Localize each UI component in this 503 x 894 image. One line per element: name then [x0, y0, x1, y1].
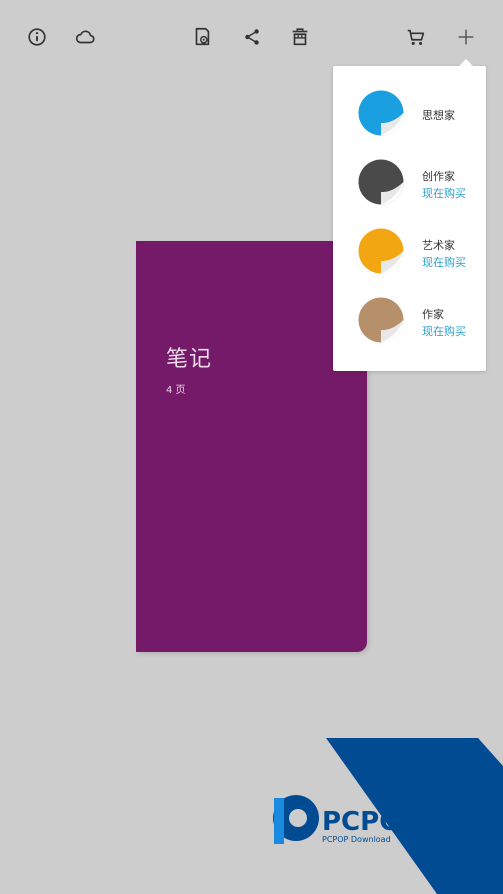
style-item-artist[interactable]: 艺术家 现在购买 [333, 221, 486, 281]
share-icon [245, 29, 259, 45]
buy-now-link-artist[interactable]: 现在购买 [422, 254, 466, 270]
watermark-sub: PCPOP Download [322, 835, 391, 844]
cart-icon [407, 29, 425, 45]
delete-button[interactable] [285, 22, 315, 52]
style-label-writer: 作家 [422, 308, 444, 321]
buy-now-link-creator[interactable]: 现在购买 [422, 185, 466, 201]
top-toolbar [0, 0, 503, 75]
page-settings-icon [195, 27, 210, 46]
sticker-thinker-icon [358, 90, 404, 136]
cloud-icon [75, 30, 95, 44]
style-label-creator: 创作家 [422, 170, 455, 183]
sticker-creator-icon [358, 159, 404, 205]
info-button[interactable] [22, 22, 52, 52]
plus-icon [458, 29, 474, 45]
notebook-title: 笔记 [166, 347, 213, 372]
cloud-button[interactable] [70, 22, 100, 52]
share-button[interactable] [237, 22, 267, 52]
pcpop-watermark: PCPOP下载 PCPOP Download [273, 738, 503, 894]
page-settings-button[interactable] [187, 22, 217, 52]
info-icon [28, 28, 46, 46]
notebook-page-count: 4 页 [166, 385, 186, 396]
sticker-artist-icon [358, 228, 404, 274]
sticker-writer-icon [358, 297, 404, 343]
style-item-writer[interactable]: 作家 现在购买 [333, 290, 486, 350]
buy-now-link-writer[interactable]: 现在购买 [422, 323, 466, 339]
style-item-thinker[interactable]: 思想家 [333, 83, 486, 143]
trash-icon [292, 28, 308, 46]
cover-style-popup: 思想家 创作家 现在购买 艺术家 现在购买 作家 现在购买 [333, 66, 486, 371]
add-button[interactable] [451, 22, 481, 52]
style-label-thinker: 思想家 [422, 109, 455, 122]
pcpop-logo-icon [273, 795, 319, 844]
watermark-banner [326, 738, 503, 894]
style-item-creator[interactable]: 创作家 现在购买 [333, 152, 486, 212]
watermark-brand: PCPOP下载 [322, 807, 472, 837]
style-label-artist: 艺术家 [422, 239, 455, 252]
popup-arrow [459, 59, 473, 66]
cart-button[interactable] [401, 22, 431, 52]
